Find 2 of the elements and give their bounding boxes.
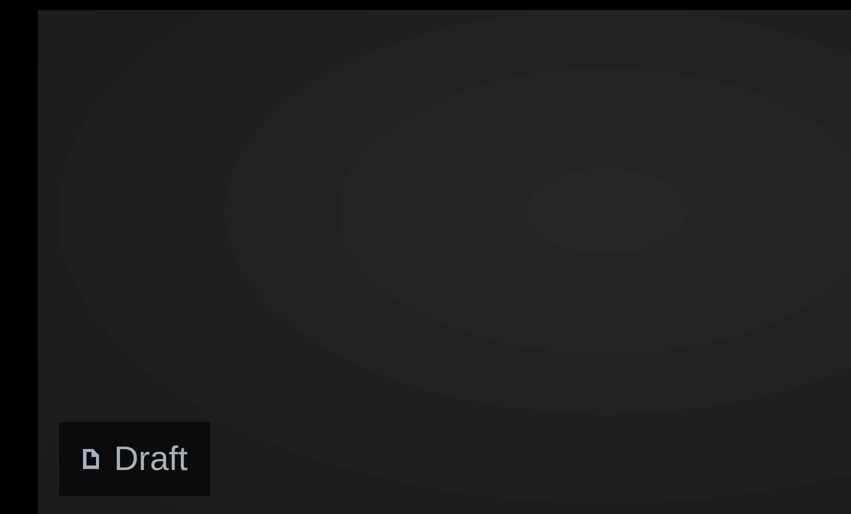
document-icon xyxy=(82,448,100,470)
draft-label: Draft xyxy=(114,440,188,478)
